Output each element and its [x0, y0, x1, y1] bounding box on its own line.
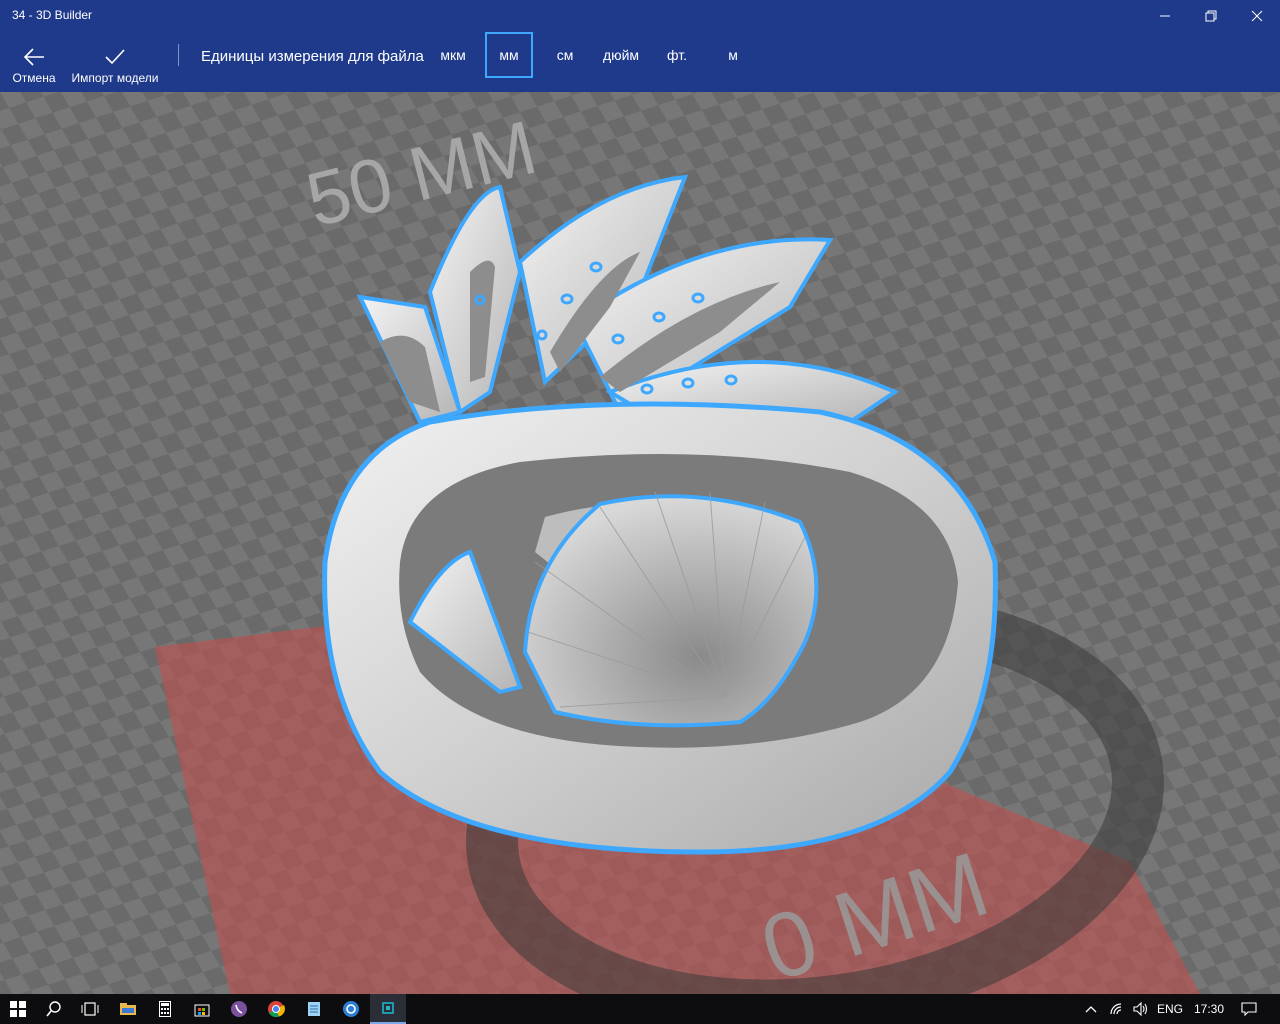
import-model-button[interactable]: Импорт модели: [68, 32, 162, 92]
input-language[interactable]: ENG: [1157, 1002, 1183, 1016]
unit-ft-label: фт.: [667, 47, 687, 63]
file-explorer-icon: [120, 1003, 136, 1015]
unit-cm-label: см: [556, 47, 574, 63]
unit-inch-label: дюйм: [602, 47, 640, 63]
close-button[interactable]: [1234, 0, 1280, 32]
browser-button[interactable]: [333, 994, 369, 1024]
unit-inch-button[interactable]: дюйм: [596, 32, 646, 78]
unit-m-label: м: [728, 47, 738, 63]
chrome-icon: [268, 1001, 285, 1018]
notepad-button[interactable]: [296, 994, 332, 1024]
import-model-label: Импорт модели: [71, 71, 159, 85]
unit-ft-button[interactable]: фт.: [660, 32, 694, 78]
command-bar: Отмена Импорт модели Единицы измерения д…: [0, 32, 1280, 92]
wifi-icon: [1110, 1003, 1122, 1015]
toolbar-separator: [178, 44, 179, 66]
search-button[interactable]: [36, 994, 72, 1024]
notepad-icon: [308, 1002, 320, 1016]
browser-icon: [343, 1001, 359, 1017]
3d-builder-icon: [382, 1002, 394, 1014]
unit-um-label: мкм: [440, 47, 466, 63]
task-view-button[interactable]: [72, 994, 108, 1024]
3d-builder-button[interactable]: [370, 994, 406, 1024]
volume-button[interactable]: [1128, 994, 1154, 1024]
taskbar: ENG 17:30: [0, 994, 1280, 1024]
3d-viewport[interactable]: 50 MM 0 MM: [0, 92, 1280, 994]
cancel-button[interactable]: Отмена: [8, 32, 60, 92]
arrow-left-icon: [23, 48, 44, 66]
unit-mm-label: мм: [499, 47, 519, 63]
task-view-icon: [81, 1002, 99, 1016]
unit-cm-button[interactable]: см: [546, 32, 584, 78]
cancel-label: Отмена: [12, 71, 56, 85]
start-button[interactable]: [0, 994, 36, 1024]
action-center-button[interactable]: [1234, 994, 1264, 1024]
network-button[interactable]: [1104, 994, 1130, 1024]
speaker-icon: [1133, 1002, 1148, 1016]
chevron-up-icon: [1085, 1006, 1097, 1013]
units-label: Единицы измерения для файла: [201, 48, 424, 65]
unit-mm-button[interactable]: мм: [485, 32, 533, 78]
unit-um-button[interactable]: мкм: [433, 32, 473, 78]
calculator-button[interactable]: [147, 994, 183, 1024]
unit-m-button[interactable]: м: [718, 32, 748, 78]
search-icon: [46, 1001, 61, 1017]
checkmark-icon: [105, 49, 125, 65]
windows-start-icon: [10, 1001, 26, 1017]
notification-icon: [1241, 1002, 1257, 1016]
restore-icon: [1205, 10, 1217, 22]
chrome-button[interactable]: [258, 994, 294, 1024]
minimize-icon: [1160, 15, 1170, 17]
clock[interactable]: 17:30: [1194, 1002, 1224, 1016]
window-title: 34 - 3D Builder: [12, 8, 93, 22]
store-button[interactable]: [184, 994, 220, 1024]
calculator-icon: [159, 1001, 171, 1017]
viber-button[interactable]: [221, 994, 257, 1024]
minimize-button[interactable]: [1142, 0, 1188, 32]
viber-icon: [231, 1001, 247, 1017]
close-icon: [1251, 10, 1263, 22]
title-bar: 34 - 3D Builder: [0, 0, 1280, 32]
file-explorer-button[interactable]: [110, 994, 146, 1024]
scene-canvas[interactable]: 50 MM 0 MM: [0, 92, 1280, 994]
store-icon: [194, 1004, 210, 1017]
show-hidden-icons-button[interactable]: [1074, 994, 1108, 1024]
restore-button[interactable]: [1188, 0, 1234, 32]
